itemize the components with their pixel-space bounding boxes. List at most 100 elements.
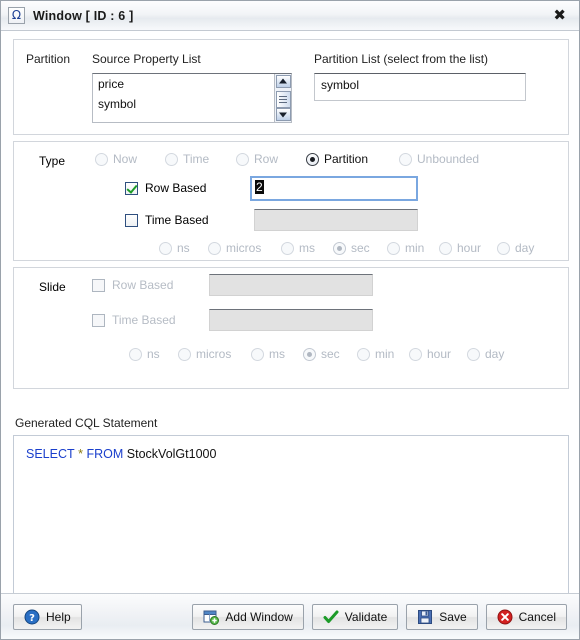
help-button-label: Help — [46, 609, 71, 624]
checkbox-box-icon — [92, 313, 105, 327]
partition-listbox[interactable]: symbol — [314, 73, 526, 101]
radio-label: Unbounded — [417, 152, 480, 166]
cql-statement-label: Generated CQL Statement — [15, 416, 158, 430]
radio-dot-icon — [281, 241, 294, 255]
type-row-based-input[interactable]: 2 — [250, 176, 418, 201]
radio-dot-icon — [303, 347, 316, 361]
radio-dot-icon — [251, 347, 264, 361]
type-row-based-value: 2 — [255, 180, 264, 194]
radio-dot-icon — [387, 241, 400, 255]
radio-slide-unit-hour[interactable]: hour — [409, 347, 451, 361]
radio-type-unit-ms[interactable]: ms — [281, 241, 315, 255]
partition-panel: Partition Source Property List Partition… — [13, 39, 569, 135]
radio-type-unit-hour[interactable]: hour — [439, 241, 481, 255]
radio-dot-icon — [409, 347, 422, 361]
cql-keyword-from: FROM — [86, 447, 124, 461]
add-window-button[interactable]: Add Window — [192, 603, 304, 630]
type-time-based-input — [254, 209, 418, 231]
window-dialog: Ω Window [ ID : 6 ] ✖ Partition Source P… — [0, 0, 580, 640]
radio-dot-icon — [306, 152, 319, 166]
radio-label: ns — [147, 347, 160, 361]
radio-dot-icon — [129, 347, 142, 361]
radio-label: micros — [226, 241, 262, 255]
checkbox-label: Row Based — [145, 181, 207, 195]
checkbox-label: Time Based — [145, 213, 209, 227]
radio-label: min — [405, 241, 425, 255]
radio-dot-icon — [333, 241, 346, 255]
scrollbar-thumb[interactable] — [275, 90, 291, 109]
radio-slide-unit-min[interactable]: min — [357, 347, 394, 361]
radio-slide-unit-micros[interactable]: micros — [178, 347, 231, 361]
list-item[interactable]: symbol — [321, 78, 359, 92]
radio-type-unit-sec[interactable]: sec — [333, 241, 370, 255]
radio-type-unbounded[interactable]: Unbounded — [399, 152, 479, 166]
radio-slide-unit-ms[interactable]: ms — [251, 347, 285, 361]
checkbox-box-icon — [125, 213, 138, 227]
floppy-disk-icon — [418, 609, 433, 624]
radio-label: Partition — [324, 152, 369, 166]
radio-type-partition[interactable]: Partition — [306, 152, 368, 166]
footer-action-buttons: Add Window Validate Save Cancel — [192, 603, 567, 630]
checkbox-type-time-based[interactable]: Time Based — [125, 213, 209, 227]
radio-label: Row — [254, 152, 279, 166]
radio-label: day — [515, 241, 535, 255]
checkbox-box-icon — [125, 181, 138, 195]
radio-slide-unit-ns[interactable]: ns — [129, 347, 160, 361]
radio-label: hour — [427, 347, 452, 361]
radio-dot-icon — [165, 152, 178, 166]
scroll-down-icon[interactable] — [275, 108, 291, 122]
save-button[interactable]: Save — [406, 603, 478, 630]
scroll-up-icon[interactable] — [275, 75, 291, 88]
add-window-icon — [203, 610, 220, 625]
radio-dot-icon — [236, 152, 249, 166]
radio-dot-icon — [439, 241, 452, 255]
radio-dot-icon — [467, 347, 480, 361]
partition-section-label: Partition — [26, 52, 71, 66]
radio-type-unit-day[interactable]: day — [497, 241, 534, 255]
radio-type-now[interactable]: Now — [95, 152, 137, 166]
save-button-label: Save — [439, 609, 467, 624]
checkbox-slide-time-based[interactable]: Time Based — [92, 313, 176, 327]
omega-icon: Ω — [8, 7, 25, 24]
radio-label: sec — [351, 241, 370, 255]
radio-type-unit-ns[interactable]: ns — [159, 241, 190, 255]
radio-type-unit-min[interactable]: min — [387, 241, 424, 255]
checkbox-type-row-based[interactable]: Row Based — [125, 181, 206, 195]
radio-type-row[interactable]: Row — [236, 152, 278, 166]
radio-label: micros — [196, 347, 232, 361]
radio-label: ms — [269, 347, 285, 361]
radio-slide-unit-day[interactable]: day — [467, 347, 504, 361]
slide-section-label: Slide — [39, 280, 66, 294]
list-item[interactable]: price — [93, 74, 291, 94]
radio-label: Time — [183, 152, 210, 166]
cancel-icon — [497, 609, 513, 624]
cancel-button[interactable]: Cancel — [485, 603, 567, 630]
help-button[interactable]: ? Help — [13, 603, 82, 630]
footer-toolbar: ? Help Add Window Validate Save Cancel — [1, 593, 579, 639]
validate-button[interactable]: Validate — [311, 603, 399, 630]
radio-label: ms — [299, 241, 315, 255]
radio-dot-icon — [208, 241, 221, 255]
window-title: Window [ ID : 6 ] — [33, 8, 134, 23]
radio-type-time[interactable]: Time — [165, 152, 209, 166]
radio-dot-icon — [178, 347, 191, 361]
source-property-list-label: Source Property List — [92, 52, 201, 66]
close-icon[interactable]: ✖ — [550, 6, 569, 25]
slide-panel: Slide Row Based Time Based ns micros ms … — [13, 267, 569, 389]
radio-type-unit-micros[interactable]: micros — [208, 241, 261, 255]
checkbox-slide-row-based[interactable]: Row Based — [92, 278, 173, 292]
source-property-listbox[interactable]: price symbol — [92, 73, 292, 123]
slide-row-based-input — [209, 274, 373, 296]
type-section-label: Type — [39, 154, 66, 168]
type-panel: Type Now Time Row Partition Unbounded Ro… — [13, 141, 569, 261]
source-list-scrollbar[interactable] — [274, 74, 291, 122]
cql-source-name: StockVolGt1000 — [126, 447, 217, 461]
partition-list-label: Partition List (select from the list) — [314, 52, 489, 66]
cql-statement-textarea[interactable]: SELECT * FROM StockVolGt1000 — [13, 435, 569, 611]
add-window-button-label: Add Window — [225, 609, 293, 624]
list-item[interactable]: symbol — [93, 94, 291, 114]
radio-label: hour — [457, 241, 482, 255]
radio-slide-unit-sec[interactable]: sec — [303, 347, 340, 361]
cancel-button-label: Cancel — [518, 609, 556, 624]
check-icon — [323, 610, 339, 623]
